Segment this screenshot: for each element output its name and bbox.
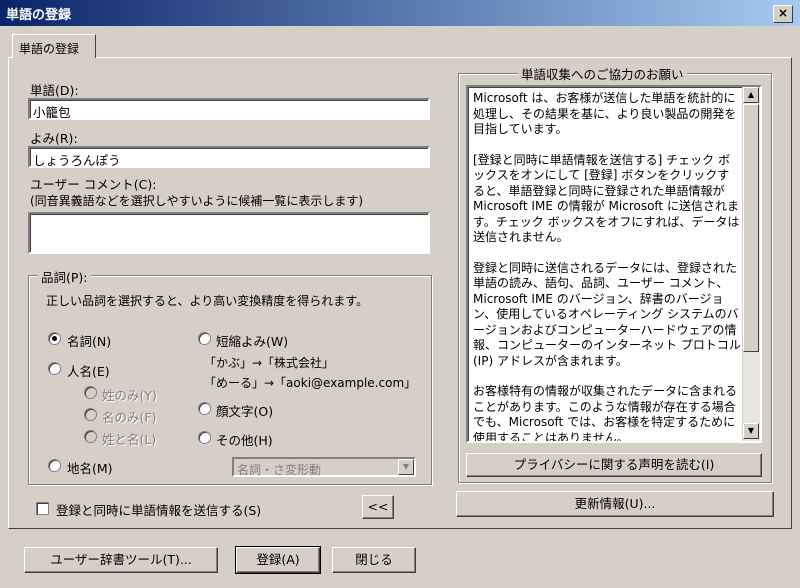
abbrev-example-2: 「めーる」→「aoki@example.com」 <box>204 376 417 390</box>
reading-input[interactable]: しょうろんぽう <box>28 146 430 168</box>
close-window-button[interactable]: × <box>773 5 793 23</box>
send-info-checkbox[interactable] <box>36 502 49 515</box>
emoticon-label: 顔文字(O) <box>216 404 274 419</box>
abbrev-example-1: 「かぶ」→「株式会社」 <box>204 356 335 370</box>
info-paragraph: Microsoft は、お客様が送信した単語を統計的に処理し、その結果を基に、よ… <box>473 91 737 136</box>
info-legend: 単語収集へのご協力のお願い <box>518 64 687 83</box>
scroll-up-icon[interactable]: ▲ <box>743 87 759 103</box>
info-textbox[interactable]: Microsoft は、お客様が送信した単語を統計的に処理し、その結果を基に、よ… <box>466 85 762 443</box>
given-only-label: 名のみ(F) <box>102 410 157 425</box>
word-input[interactable]: 小籠包 <box>28 98 430 120</box>
radio-surname-given[interactable] <box>84 430 97 443</box>
word-label: 単語(D): <box>30 83 79 98</box>
other-label: その他(H) <box>216 433 273 448</box>
privacy-statement-button[interactable]: プライバシーに関する声明を読む(I) <box>466 453 762 477</box>
pos-description: 正しい品詞を選択すると、より高い変換精度を得られます。 <box>46 294 369 308</box>
comment-hint: (同音異義語などを選択しやすいように候補一覧に表示します) <box>30 194 364 208</box>
radio-other[interactable] <box>198 431 211 444</box>
person-label: 人名(E) <box>67 364 110 379</box>
radio-surname-only[interactable] <box>84 386 97 399</box>
window-title: 単語の登録 <box>6 8 72 23</box>
title-bar <box>0 0 800 26</box>
other-pos-select[interactable]: 名詞・さ変形動 ▼ <box>232 457 416 477</box>
radio-person[interactable] <box>48 362 61 375</box>
info-scrollbar[interactable]: ▲ ▼ <box>742 87 760 441</box>
send-info-label: 登録と同時に単語情報を送信する(S) <box>56 503 262 518</box>
scroll-thumb[interactable] <box>743 104 759 352</box>
comment-input[interactable] <box>28 212 430 254</box>
pos-legend: 品詞(P): <box>38 267 91 286</box>
close-button[interactable]: 閉じる <box>332 547 416 573</box>
reading-label: よみ(R): <box>30 131 78 146</box>
place-label: 地名(M) <box>67 461 113 476</box>
radio-given-only[interactable] <box>84 408 97 421</box>
abbrev-label: 短縮よみ(W) <box>216 334 289 349</box>
surname-only-label: 姓のみ(Y) <box>102 388 157 403</box>
radio-abbrev[interactable] <box>198 332 211 345</box>
info-paragraph: 登録と同時に送信されるデータには、登録された単語の読み、語句、品詞、ユーザー コ… <box>473 260 741 368</box>
noun-label: 名詞(N) <box>67 334 112 349</box>
update-info-button[interactable]: 更新情報(U)... <box>456 491 774 517</box>
info-paragraph: お客様特有の情報が収集されたデータに含まれることがあります。このような情報が存在… <box>473 384 738 443</box>
surname-given-label: 姓と名(L) <box>102 432 157 447</box>
radio-emoticon[interactable] <box>198 402 211 415</box>
tab-word-registration[interactable]: 単語の登録 <box>12 34 96 58</box>
other-pos-select-value: 名詞・さ変形動 <box>237 463 322 477</box>
radio-place[interactable] <box>48 459 61 472</box>
scroll-down-icon[interactable]: ▼ <box>743 423 759 439</box>
collapse-info-button[interactable]: << <box>362 495 394 519</box>
comment-label: ユーザー コメント(C): <box>30 177 157 192</box>
info-paragraph: [登録と同時に単語情報を送信する] チェック ボックスをオンにして [登録] ボ… <box>473 152 740 245</box>
radio-noun[interactable] <box>48 332 61 345</box>
user-dictionary-tool-button[interactable]: ユーザー辞書ツール(T)... <box>24 547 218 573</box>
register-button[interactable]: 登録(A) <box>235 546 321 574</box>
chevron-down-icon[interactable]: ▼ <box>398 459 414 475</box>
